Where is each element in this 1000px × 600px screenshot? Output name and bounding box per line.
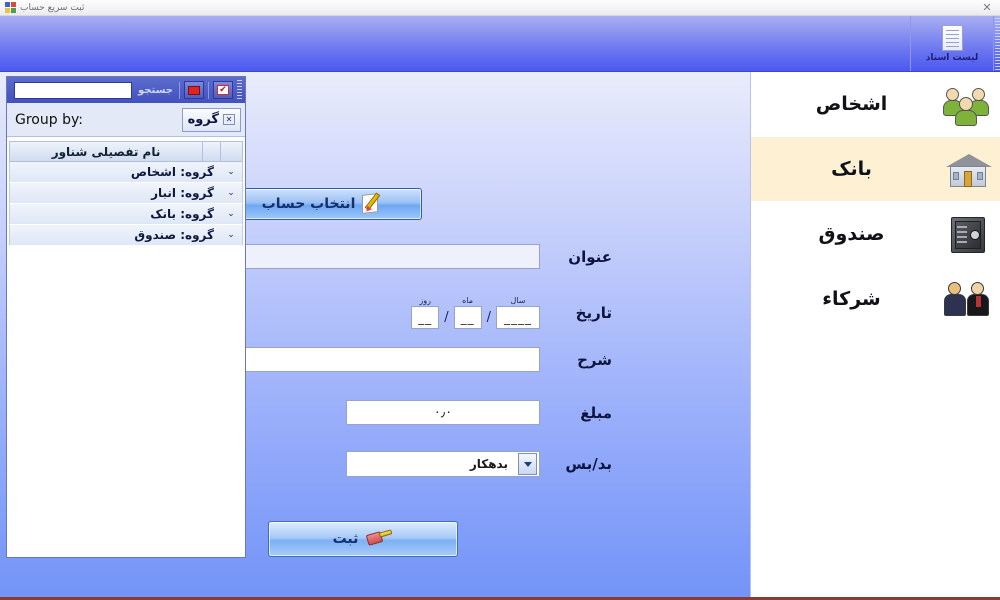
toolbar-separator-1 <box>208 81 209 99</box>
date-month-caption: ماه <box>462 296 474 305</box>
partners-icon <box>942 275 994 323</box>
date-day-caption: روز <box>419 296 432 305</box>
table-row-label: گروه: صندوق <box>134 228 214 242</box>
document-icon <box>941 25 963 51</box>
table-row[interactable]: ⌄ گروه: اشخاص <box>9 162 243 183</box>
description-label: شرح <box>577 350 612 369</box>
people-group-icon <box>942 80 994 128</box>
debit-credit-value: بدهکار <box>469 457 508 471</box>
panel-grip-icon[interactable] <box>237 80 242 100</box>
submit-button[interactable]: ثبت <box>268 521 458 557</box>
ribbon-toolbar: لیست اسناد <box>0 16 1000 72</box>
date-input-group: سال ____ / ماه __ / روز __ <box>411 296 540 329</box>
date-year-cell: سال ____ <box>496 296 540 329</box>
group-chip[interactable]: ✕ گروه <box>181 107 241 132</box>
documents-list-label: لیست اسناد <box>925 53 979 63</box>
table-row-label: گروه: بانک <box>150 207 214 221</box>
close-icon[interactable]: ✕ <box>974 0 1000 15</box>
table-row[interactable]: ⌄ گروه: انبار <box>9 183 243 204</box>
field-row-amount: مبلغ ۰٫۰ <box>346 400 612 425</box>
field-row-debit-credit: بد/بس بدهکار <box>346 451 612 477</box>
window-title-bar: ثبت سریع حساب ✕ <box>0 0 1000 16</box>
detail-grid: نام تفصیلی شناور ⌄ گروه: اشخاص ⌄ گروه: ا… <box>7 137 245 555</box>
floating-detail-panel: ✔ جستجو ✕ گروه Group by: نام تفصیلی شناو… <box>6 76 246 558</box>
close-icon[interactable]: ✕ <box>223 114 235 125</box>
grid-header-expander <box>220 142 242 161</box>
table-row-label: گروه: انبار <box>151 186 214 200</box>
date-day-input[interactable]: __ <box>411 306 440 329</box>
debit-credit-select[interactable]: بدهکار <box>346 451 540 477</box>
sidebar-item-bank-label: بانک <box>831 158 872 180</box>
date-month-input[interactable]: __ <box>453 306 482 329</box>
group-by-text: Group by: <box>15 111 83 128</box>
panel-toolbar: ✔ جستجو <box>7 77 245 103</box>
select-account-button[interactable]: انتخاب حساب <box>226 188 422 220</box>
date-year-input[interactable]: ____ <box>496 306 540 329</box>
amount-input[interactable]: ۰٫۰ <box>346 400 540 425</box>
search-label: جستجو <box>138 84 173 96</box>
date-separator-1: / <box>486 310 491 325</box>
grid-header-row: نام تفصیلی شناور <box>9 141 243 162</box>
grid-header-indicator <box>202 142 220 161</box>
paint-roller-icon <box>366 529 393 549</box>
sidebar-item-bank[interactable]: بانک <box>751 137 1000 202</box>
sidebar-item-cashbox[interactable]: صندوق <box>751 202 1000 267</box>
group-by-bar: ✕ گروه Group by: <box>7 103 245 137</box>
field-row-date: تاریخ سال ____ / ماه __ / روز __ <box>411 296 612 329</box>
field-row-description: شرح <box>182 347 612 372</box>
toolbar-separator-2 <box>179 81 180 99</box>
date-month-cell: ماه __ <box>453 296 482 329</box>
ribbon-grip-icon <box>995 18 1000 70</box>
safe-vault-icon <box>942 210 994 258</box>
table-row-label: گروه: اشخاص <box>130 165 214 179</box>
category-sidebar: اشخاص بانک صندوق شرکاء <box>750 72 1000 600</box>
window-title: ثبت سریع حساب <box>20 2 85 13</box>
red-checkbox-icon: ✔ <box>217 85 229 95</box>
bank-building-icon <box>942 145 994 193</box>
sidebar-item-partners[interactable]: شرکاء <box>751 267 1000 332</box>
app-tiles-icon <box>5 2 16 13</box>
sidebar-item-persons[interactable]: اشخاص <box>751 72 1000 137</box>
application-window: ثبت سریع حساب ✕ لیست اسناد انتخاب حساب ع… <box>0 0 1000 600</box>
date-day-cell: روز __ <box>411 296 440 329</box>
chevron-down-icon[interactable]: ⌄ <box>220 167 242 177</box>
sidebar-item-persons-label: اشخاص <box>815 93 888 115</box>
submit-label: ثبت <box>332 531 359 547</box>
select-account-label: انتخاب حساب <box>261 196 356 212</box>
debit-credit-label: بد/بس <box>565 455 612 473</box>
field-row-title: عنوان <box>182 244 612 269</box>
date-label: تاریخ <box>575 303 612 322</box>
group-chip-label: گروه <box>187 112 219 127</box>
chevron-down-icon[interactable]: ⌄ <box>220 188 242 198</box>
table-row[interactable]: ⌄ گروه: صندوق <box>9 225 243 246</box>
search-input[interactable] <box>14 81 133 99</box>
grid-header-name: نام تفصیلی شناور <box>51 144 161 159</box>
documents-list-button[interactable]: لیست اسناد <box>910 16 994 71</box>
chevron-down-icon[interactable]: ⌄ <box>220 209 242 219</box>
date-year-caption: سال <box>510 296 526 305</box>
chevron-down-icon[interactable]: ⌄ <box>220 230 242 240</box>
confirm-button[interactable]: ✔ <box>213 81 233 99</box>
title-label: عنوان <box>568 247 612 266</box>
sidebar-item-partners-label: شرکاء <box>822 288 881 310</box>
date-separator-2: / <box>444 310 449 325</box>
pencil-edit-icon <box>362 192 386 215</box>
chevron-down-icon[interactable] <box>518 453 537 475</box>
amount-label: مبلغ <box>580 403 612 422</box>
sidebar-item-cashbox-label: صندوق <box>818 223 885 245</box>
stop-button[interactable] <box>184 81 204 99</box>
table-row[interactable]: ⌄ گروه: بانک <box>9 204 243 225</box>
red-square-icon <box>188 85 200 95</box>
